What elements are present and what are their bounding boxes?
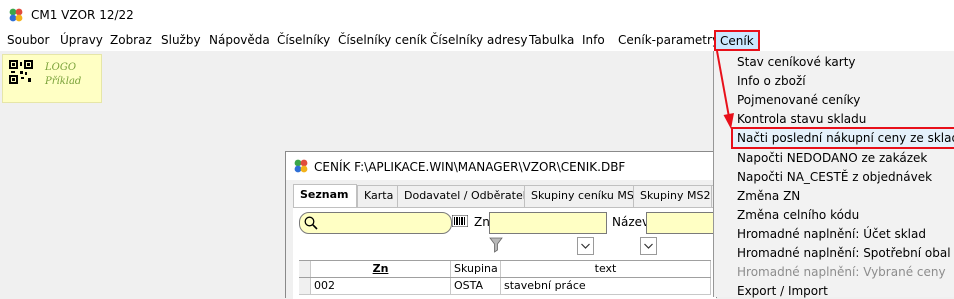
- cenik-table: Zn Skupina text 002 OSTA stavební práce: [299, 260, 711, 298]
- menu-item-napocti-na-ceste[interactable]: Napočti NA_CESTĚ z objednávek: [737, 170, 932, 184]
- menu-bar: Soubor Úpravy Zobraz Služby Nápověda Čís…: [0, 30, 954, 51]
- tab-skupiny-ms2[interactable]: Skupiny MS2: [633, 185, 719, 207]
- qr-code-icon: [9, 60, 33, 84]
- cenik-title-bar[interactable]: CENÍK F:\APLIKACE.WIN\MANAGER\VZOR\CENIK…: [286, 152, 716, 180]
- logo-text-line1: LOGO: [45, 62, 77, 73]
- cenik-dropdown-menu: Stav ceníkové karty Info o zboží Pojmeno…: [713, 51, 954, 298]
- menu-cenik-parametry[interactable]: Ceník-parametry: [618, 33, 719, 47]
- menu-item-pojmenovane-ceniky[interactable]: Pojmenované ceníky: [737, 93, 860, 107]
- menu-item-export-import[interactable]: Export / Import: [737, 284, 828, 298]
- table-header-row: Zn Skupina text: [299, 260, 711, 278]
- column-header-text[interactable]: text: [501, 261, 711, 277]
- nazev-label: Název: [612, 215, 650, 229]
- menu-item-kontrola-stavu-skladu[interactable]: Kontrola stavu skladu: [737, 112, 866, 126]
- row-indicator: [299, 278, 311, 294]
- menu-item-hromadne-naplneni-vybrane-ceny: Hromadné naplnění: Vybrané ceny: [737, 265, 946, 279]
- tab-seznam[interactable]: Seznam: [293, 184, 357, 207]
- menu-item-napocti-nedodano[interactable]: Napočti NEDODANO ze zakázek: [737, 151, 927, 165]
- menu-ciselniky-cenik[interactable]: Číselníky ceník: [338, 33, 427, 47]
- menu-sluzby[interactable]: Služby: [161, 33, 201, 47]
- barcode-icon[interactable]: [452, 215, 468, 227]
- menu-item-nacti-posledni-nakupni-ceny[interactable]: Načti poslední nákupní ceny ze skladu: [731, 127, 954, 149]
- cell-zn: 002: [311, 278, 451, 294]
- table-row[interactable]: 002 OSTA stavební práce: [299, 278, 711, 295]
- menu-cenik[interactable]: Ceník: [714, 30, 760, 51]
- app-icon: [9, 8, 23, 22]
- menu-info[interactable]: Info: [582, 33, 605, 47]
- title-bar: CM1 VZOR 12/22: [0, 0, 954, 30]
- logo-text-line2: Příklad: [45, 76, 82, 87]
- cell-skupina: OSTA: [451, 278, 501, 294]
- chevron-down-icon: [644, 243, 653, 249]
- cenik-window-title: CENÍK F:\APLIKACE.WIN\MANAGER\VZOR\CENIK…: [314, 160, 626, 174]
- column-header-skupina[interactable]: Skupina: [451, 261, 501, 277]
- search-icon: [304, 216, 318, 230]
- menu-item-zmena-celniho-kodu[interactable]: Změna celního kódu: [737, 208, 859, 222]
- row-indicator-header: [299, 261, 311, 277]
- zn-label: Zn: [474, 215, 490, 229]
- menu-item-hromadne-naplneni-spotrebni-obal[interactable]: Hromadné naplnění: Spotřební obal: [737, 246, 951, 260]
- zn-dropdown-toggle[interactable]: [577, 237, 594, 255]
- company-logo: LOGO Příklad: [2, 54, 102, 103]
- menu-soubor[interactable]: Soubor: [7, 33, 49, 47]
- menu-item-zmena-zn[interactable]: Změna ZN: [737, 189, 800, 203]
- cenik-window: CENÍK F:\APLIKACE.WIN\MANAGER\VZOR\CENIK…: [285, 151, 725, 299]
- menu-item-stav-cenikove-karty[interactable]: Stav ceníkové karty: [737, 55, 856, 69]
- nazev-dropdown-toggle[interactable]: [640, 237, 657, 255]
- menu-item-hromadne-naplneni-ucet-sklad[interactable]: Hromadné naplnění: Účet sklad: [737, 227, 926, 241]
- nazev-filter-field[interactable]: [646, 212, 718, 234]
- chevron-down-icon: [581, 243, 590, 249]
- column-header-zn[interactable]: Zn: [311, 261, 451, 277]
- window-title: CM1 VZOR 12/22: [31, 8, 134, 22]
- tab-skupiny-ceniku-ms[interactable]: Skupiny ceníku MS: [524, 185, 639, 207]
- filter-funnel-icon[interactable]: [489, 237, 503, 253]
- search-input[interactable]: [299, 212, 452, 234]
- menu-tabulka[interactable]: Tabulka: [529, 33, 574, 47]
- cenik-window-icon: [294, 159, 308, 173]
- menu-upravy[interactable]: Úpravy: [60, 33, 103, 47]
- menu-ciselniky[interactable]: Číselníky: [277, 33, 330, 47]
- menu-item-info-o-zbozi[interactable]: Info o zboží: [737, 74, 806, 88]
- menu-zobraz[interactable]: Zobraz: [110, 33, 152, 47]
- zn-filter-field[interactable]: [489, 212, 607, 234]
- menu-napoveda[interactable]: Nápověda: [209, 33, 270, 47]
- tab-dodavatel-odberatel[interactable]: Dodavatel / Odběratel: [397, 185, 530, 207]
- cell-text: stavební práce: [501, 278, 711, 294]
- menu-ciselniky-adresy[interactable]: Číselníky adresy: [430, 33, 527, 47]
